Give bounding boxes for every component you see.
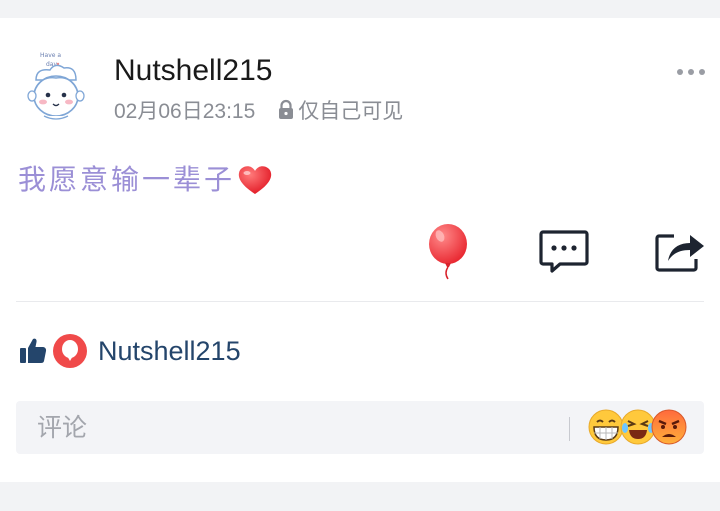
balloon-icon[interactable] [424,223,472,281]
comment-input[interactable]: 评论 [16,401,704,454]
thumbs-up-icon [18,336,48,366]
comment-separator [569,417,570,441]
liker-name[interactable]: Nutshell215 [98,336,241,367]
post-timestamp: 02月06日23:15 [114,100,256,123]
balloon-badge-icon [52,333,88,369]
likes-row: Nutshell215 [18,331,241,371]
visibility-label: 仅自己可见 [298,99,404,123]
post-content: 我愿意输一辈子 [18,161,273,199]
angry-emoji[interactable] [650,408,688,446]
lock-icon [277,99,295,121]
share-icon[interactable] [654,229,706,273]
post-text: 我愿意输一辈子 [18,163,236,196]
red-heart-icon [237,164,273,196]
more-dots-icon[interactable] [676,64,706,78]
avatar[interactable]: Have a day [22,48,92,124]
svg-text:Have a: Have a [40,52,61,59]
comment-placeholder: 评论 [37,413,88,442]
author-name[interactable]: Nutshell215 [114,53,272,89]
comment-bubble-icon[interactable] [538,229,590,275]
post-meta: 02月06日23:15 仅自己可见 [114,95,403,125]
post-card: Have a day Nutshell215 02月06日23:15 仅自己可见… [0,18,720,482]
divider [16,301,704,302]
